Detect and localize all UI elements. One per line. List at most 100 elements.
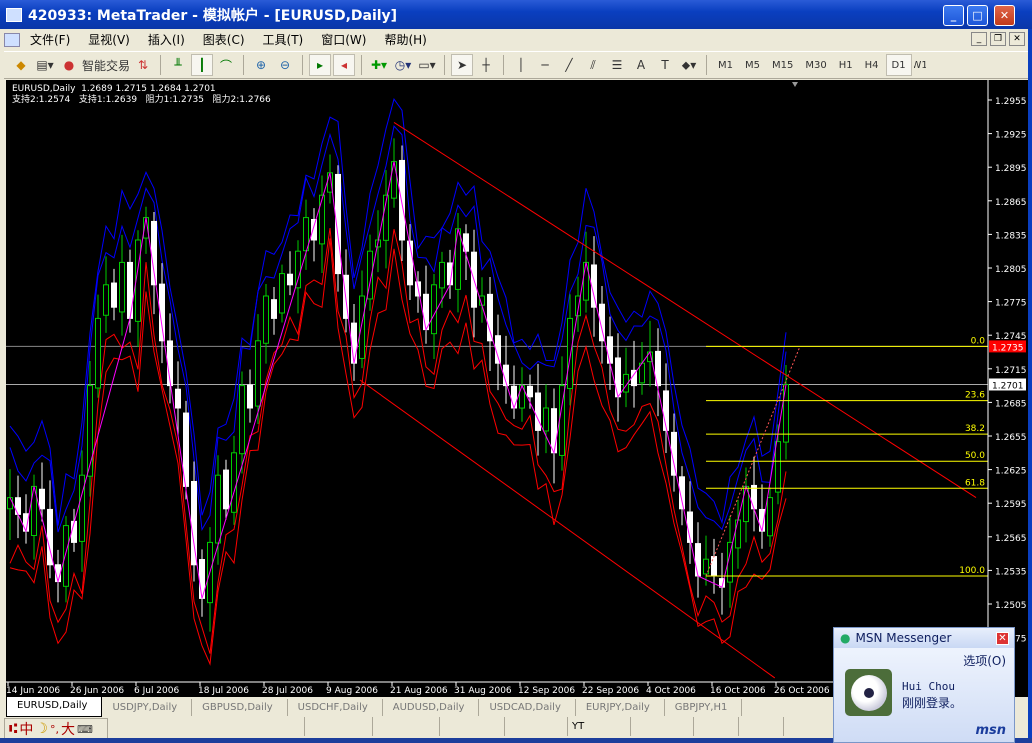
trendline-icon[interactable]: ╱ — [558, 54, 580, 76]
chart-tab[interactable]: EURJPY,Daily — [576, 699, 665, 716]
chart-area[interactable]: 0.0 23.6 38.2 50.0 61.8 100.0 1.2955 1.2925 1.28… — [6, 80, 1028, 697]
timeframe-m30[interactable]: M30 — [800, 54, 831, 76]
timeframe-d1[interactable]: D1 — [885, 54, 912, 76]
vertical-line-icon[interactable]: │ — [510, 54, 532, 76]
new-order-icon[interactable]: ⇅ — [132, 54, 154, 76]
candle — [767, 487, 773, 547]
child-close-button[interactable]: ✕ — [1009, 32, 1025, 46]
candle — [231, 435, 237, 525]
auto-scroll-icon[interactable]: ▸ — [309, 54, 332, 76]
candle — [279, 264, 285, 323]
separator — [160, 55, 162, 75]
candle — [679, 466, 685, 526]
fibonacci-icon[interactable]: ☰ — [606, 54, 628, 76]
maximize-button[interactable]: □ — [967, 5, 988, 26]
zoom-out-icon[interactable]: ⊖ — [274, 54, 296, 76]
horizontal-line-icon[interactable]: ─ — [534, 54, 556, 76]
expert-advisor-icon[interactable]: ● — [58, 54, 80, 76]
equidistant-channel-icon[interactable]: ⫽ — [582, 54, 604, 76]
price-tick-label: 1.2505 — [995, 601, 1027, 611]
msn-options-link[interactable]: 选项(O) — [963, 652, 1006, 669]
profiles-icon[interactable]: ▤▾ — [34, 54, 56, 76]
msn-logo: msn — [975, 723, 1006, 738]
pivot-levels: 支持2:1.2574 支持1:1.2639 阻力1:1.2735 阻力2:1.2… — [12, 95, 271, 105]
chart-shift-icon[interactable]: ◂ — [333, 54, 356, 76]
timeframe-m5[interactable]: M5 — [740, 54, 765, 76]
chart-tab[interactable]: AUDUSD,Daily — [383, 699, 480, 716]
separator — [361, 55, 363, 75]
templates-icon[interactable]: ▭▾ — [416, 54, 438, 76]
time-tick-label: 18 Jul 2006 — [198, 686, 249, 696]
menu-charts[interactable]: 图表(C) — [193, 31, 253, 48]
indicators-icon[interactable]: ✚▾ — [368, 54, 390, 76]
expert-advisors-button[interactable]: 智能交易 — [82, 54, 130, 76]
candle — [247, 369, 253, 423]
menu-view[interactable]: 显视(V) — [78, 31, 138, 48]
candle-body — [287, 273, 293, 286]
line-chart-icon[interactable]: ⌒ — [215, 54, 237, 76]
ohlc-readout: EURUSD,Daily 1.2689 1.2715 1.2684 1.2701 — [12, 84, 216, 94]
timeframe-h1[interactable]: H1 — [834, 54, 858, 76]
candle — [695, 522, 701, 598]
menu-tools[interactable]: 工具(T) — [253, 31, 312, 48]
arrows-icon[interactable]: ⬥▾ — [678, 54, 700, 76]
moon-icon[interactable]: ☽ — [35, 721, 48, 737]
ime-punct[interactable]: °, — [50, 723, 59, 736]
candle — [535, 363, 541, 456]
crosshair-icon[interactable]: ┼ — [475, 54, 497, 76]
candle — [511, 365, 517, 419]
menu-file[interactable]: 文件(F) — [20, 31, 78, 48]
child-minimize-button[interactable]: _ — [971, 32, 987, 46]
chart-tab[interactable]: USDCAD,Daily — [479, 699, 576, 716]
periods-clock-icon[interactable]: ◷▾ — [392, 54, 414, 76]
child-restore-button[interactable]: ❐ — [990, 32, 1006, 46]
candle — [543, 384, 549, 454]
text-label-tool[interactable]: T — [654, 54, 676, 76]
time-tick-label: 6 Jul 2006 — [134, 686, 179, 696]
timeframe-m15[interactable]: M15 — [767, 54, 798, 76]
candle-body — [263, 295, 269, 344]
price-tick-label: 1.2625 — [995, 467, 1027, 477]
menu-window[interactable]: 窗口(W) — [311, 31, 374, 48]
timeframe-w1[interactable]: W1 — [914, 54, 926, 76]
bar-chart-icon[interactable]: ╨ — [167, 54, 189, 76]
candle-body — [551, 408, 557, 454]
candlestick-chart-icon[interactable]: ┃ — [191, 54, 214, 76]
candle-body — [423, 293, 429, 331]
chart-tab[interactable]: USDCHF,Daily — [288, 699, 383, 716]
alert-icon[interactable]: ◆ — [10, 54, 32, 76]
chart-tab[interactable]: GBPJPY,H1 — [665, 699, 743, 716]
chart-tab[interactable]: EURUSD,Daily — [6, 697, 103, 717]
keyboard-icon[interactable]: ⌨ — [77, 723, 93, 736]
candle-body — [391, 161, 397, 199]
chart-window-icon[interactable] — [4, 32, 20, 47]
text-tool[interactable]: A — [630, 54, 652, 76]
timeframe-m1[interactable]: M1 — [713, 54, 738, 76]
ime-mode[interactable]: 中 — [19, 719, 33, 739]
candle-body — [255, 340, 261, 407]
timeframe-h4[interactable]: H4 — [860, 54, 884, 76]
candle-body — [431, 284, 437, 335]
chart-tab[interactable]: USDJPY,Daily — [102, 699, 193, 716]
candle — [7, 469, 13, 540]
close-button[interactable]: ✕ — [994, 5, 1015, 26]
price-tick-label: 1.2655 — [995, 433, 1027, 443]
fibo-level-label: 38.2 — [965, 424, 985, 434]
price-tick-label: 1.2535 — [995, 567, 1027, 577]
chart-tab[interactable]: GBPUSD,Daily — [192, 699, 288, 716]
menu-insert[interactable]: 插入(I) — [138, 31, 193, 48]
zoom-in-icon[interactable]: ⊕ — [250, 54, 272, 76]
price-chart[interactable]: 0.0 23.6 38.2 50.0 61.8 100.0 1.2955 1.2925 1.28… — [6, 80, 1028, 697]
ime-logo-icon[interactable]: ⑆ — [9, 721, 17, 737]
title-bar: 420933: MetaTrader - 模拟帐户 - [EURUSD,Dail… — [0, 0, 1032, 29]
close-icon[interactable]: ✕ — [996, 632, 1009, 645]
minimize-button[interactable]: _ — [943, 5, 964, 26]
candle — [343, 249, 349, 333]
price-tick-label: 1.2955 — [995, 97, 1027, 107]
contact-name[interactable]: Hui Chou — [902, 680, 955, 693]
ime-width[interactable]: 大 — [61, 719, 75, 739]
menu-help[interactable]: 帮助(H) — [374, 31, 434, 48]
cursor-icon[interactable]: ➤ — [451, 54, 474, 76]
msn-notification[interactable]: ● MSN Messenger ✕ 选项(O) Hui Chou 刚刚登录。 ms… — [833, 627, 1015, 743]
candle — [703, 535, 709, 586]
